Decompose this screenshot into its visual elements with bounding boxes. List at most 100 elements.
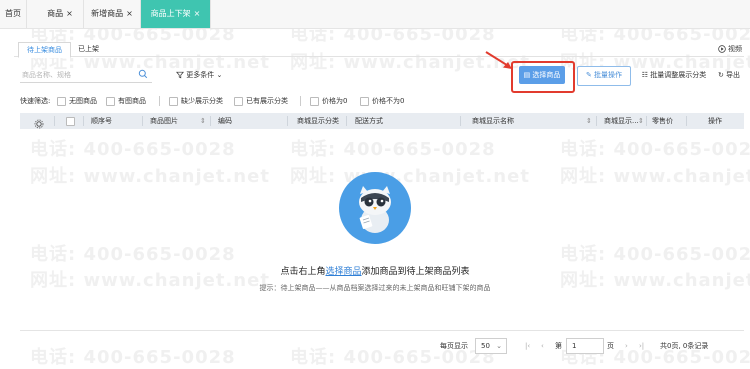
batch-ops-label: 批量操作 <box>594 71 623 79</box>
page-prefix: 第 <box>555 342 562 350</box>
filter-option-label: 价格为0 <box>322 97 348 105</box>
checkbox[interactable] <box>57 96 66 106</box>
close-icon[interactable]: × <box>126 9 133 18</box>
column-header-category[interactable]: 商城显示分类 <box>297 113 339 129</box>
sort-icon[interactable]: ⇕ <box>586 113 592 129</box>
search-icon[interactable] <box>138 69 148 79</box>
tab-label: 新增商品 <box>91 9 124 18</box>
tab-label: 商品 <box>47 9 64 18</box>
owl-mascot-icon <box>359 186 391 233</box>
watermark-phone: 电话: 400-665-0028 <box>560 139 750 160</box>
checkbox[interactable] <box>360 96 369 106</box>
checkbox[interactable] <box>310 96 319 106</box>
page-suffix: 页 <box>607 342 614 350</box>
checkbox[interactable] <box>234 96 243 106</box>
list-icon: ☷ <box>641 71 649 79</box>
tab-goods[interactable]: 商品 × <box>37 0 84 28</box>
tab-home[interactable]: 首页 <box>0 0 27 28</box>
batch-ops-button[interactable]: ✎ 批量操作 <box>577 66 631 86</box>
column-header-actions: 操作 <box>708 117 722 125</box>
footer-divider <box>20 330 744 331</box>
batch-adjust-label: 批量调整展示分类 <box>650 71 707 79</box>
subtab-divider <box>14 56 744 57</box>
checkbox[interactable] <box>106 96 115 106</box>
last-page-icon[interactable]: ›| <box>639 339 644 353</box>
filter-missing-category[interactable]: 缺少展示分类 <box>169 95 223 107</box>
total-records: 共0页, 0条记录 <box>660 342 709 350</box>
column-divider <box>287 116 288 126</box>
page-value: 1 <box>572 342 577 350</box>
watermark-site: 网址: www.chanjet.net <box>560 166 750 187</box>
tab-new-goods[interactable]: 新增商品 × <box>84 0 141 28</box>
select-goods-link[interactable]: 选择商品 <box>325 267 361 277</box>
first-page-icon[interactable]: |‹ <box>525 339 530 353</box>
empty-state-title: 点击右上角选择商品添加商品到待上架商品列表 <box>0 264 750 277</box>
page-input[interactable]: 1 <box>566 338 604 354</box>
table-header: 顺序号 商品图片 ⇕ 编码 商城显示分类 配送方式 商城显示名称 ⇕ 商城显示.… <box>20 113 744 129</box>
filter-option-label: 无图商品 <box>69 97 97 105</box>
column-divider <box>142 116 143 126</box>
column-divider <box>54 116 55 126</box>
top-tab-bar: 首页 商品 × 新增商品 × 商品上下架 × <box>0 0 750 29</box>
column-header-price[interactable]: 零售价 <box>652 113 673 129</box>
column-divider <box>596 116 597 126</box>
export-button[interactable]: ↻ 导出 <box>716 66 742 84</box>
quick-filter-label: 快速筛选: <box>20 97 51 105</box>
column-header-display-more[interactable]: 商城显示... <box>604 113 639 129</box>
search-input[interactable]: 商品名称、规格 <box>20 68 152 83</box>
batch-adjust-button[interactable]: ☷ 批量调整展示分类 <box>638 66 710 84</box>
gear-icon[interactable] <box>34 116 44 132</box>
chevron-down-icon: ⌄ <box>496 342 502 350</box>
column-header-order[interactable]: 顺序号 <box>91 113 112 129</box>
next-page-icon[interactable]: › <box>625 339 628 353</box>
watermark-phone: 电话: 400-665-0028 <box>30 244 236 265</box>
subtab-label: 已上架 <box>78 45 99 53</box>
video-label: 视频 <box>728 45 742 53</box>
column-header-image[interactable]: 商品图片 <box>150 113 178 129</box>
video-link[interactable]: 视频 <box>718 44 742 54</box>
column-header-delivery[interactable]: 配送方式 <box>355 113 383 129</box>
column-divider <box>460 116 461 126</box>
column-divider <box>210 116 211 126</box>
column-divider <box>83 116 84 126</box>
filter-icon <box>176 71 184 79</box>
filter-has-image[interactable]: 有图商品 <box>106 95 146 107</box>
watermark-phone: 电话: 400-665-0028 <box>30 139 236 160</box>
empty-state-tip: 提示：待上架商品——从商品档案选择过来的未上架商品和旺铺下架的商品 <box>259 284 491 292</box>
more-filters-label: 更多条件 <box>186 71 215 79</box>
close-icon[interactable]: × <box>194 9 201 18</box>
divider <box>300 96 301 106</box>
column-divider <box>646 116 647 126</box>
close-icon[interactable]: × <box>66 9 73 18</box>
watermark-phone: 电话: 400-665-0028 <box>290 139 496 160</box>
select-all-checkbox[interactable] <box>66 117 75 126</box>
filter-option-label: 价格不为0 <box>372 97 405 105</box>
tab-label: 商品上下架 <box>150 9 191 18</box>
column-divider <box>346 116 347 126</box>
checkbox[interactable] <box>169 96 178 106</box>
column-divider <box>686 116 687 126</box>
empty-state-illustration <box>339 172 411 244</box>
column-header-code[interactable]: 编码 <box>218 113 232 129</box>
filter-option-label: 缺少展示分类 <box>181 97 223 105</box>
empty-title-suffix: 添加商品到待上架商品列表 <box>361 267 470 277</box>
tab-goods-shelf[interactable]: 商品上下架 × <box>141 0 211 28</box>
filter-price-zero[interactable]: 价格为0 <box>310 95 347 107</box>
watermark-site: 网址: www.chanjet.net <box>30 166 270 187</box>
highlight-box <box>511 61 575 93</box>
sort-icon[interactable]: ⇕ <box>638 113 644 129</box>
empty-title-prefix: 点击右上角 <box>280 267 326 277</box>
filter-no-image[interactable]: 无图商品 <box>57 95 97 107</box>
sort-icon[interactable]: ⇕ <box>200 113 206 129</box>
subtab-pending[interactable]: 待上架商品 <box>18 42 71 58</box>
edit-icon: ✎ <box>585 71 592 79</box>
more-filters-button[interactable]: 更多条件 ⌄ <box>176 70 222 80</box>
prev-page-icon[interactable]: ‹ <box>541 339 544 353</box>
subtab-listed[interactable]: 已上架 <box>70 42 107 56</box>
column-header-display-name[interactable]: 商城显示名称 <box>472 113 514 129</box>
filter-has-category[interactable]: 已有展示分类 <box>234 95 288 107</box>
watermark-phone: 电话: 400-665-0028 <box>560 244 750 265</box>
per-page-label: 每页显示 <box>440 342 468 350</box>
filter-price-nonzero[interactable]: 价格不为0 <box>360 95 404 107</box>
per-page-select[interactable]: 50 ⌄ <box>475 338 507 354</box>
